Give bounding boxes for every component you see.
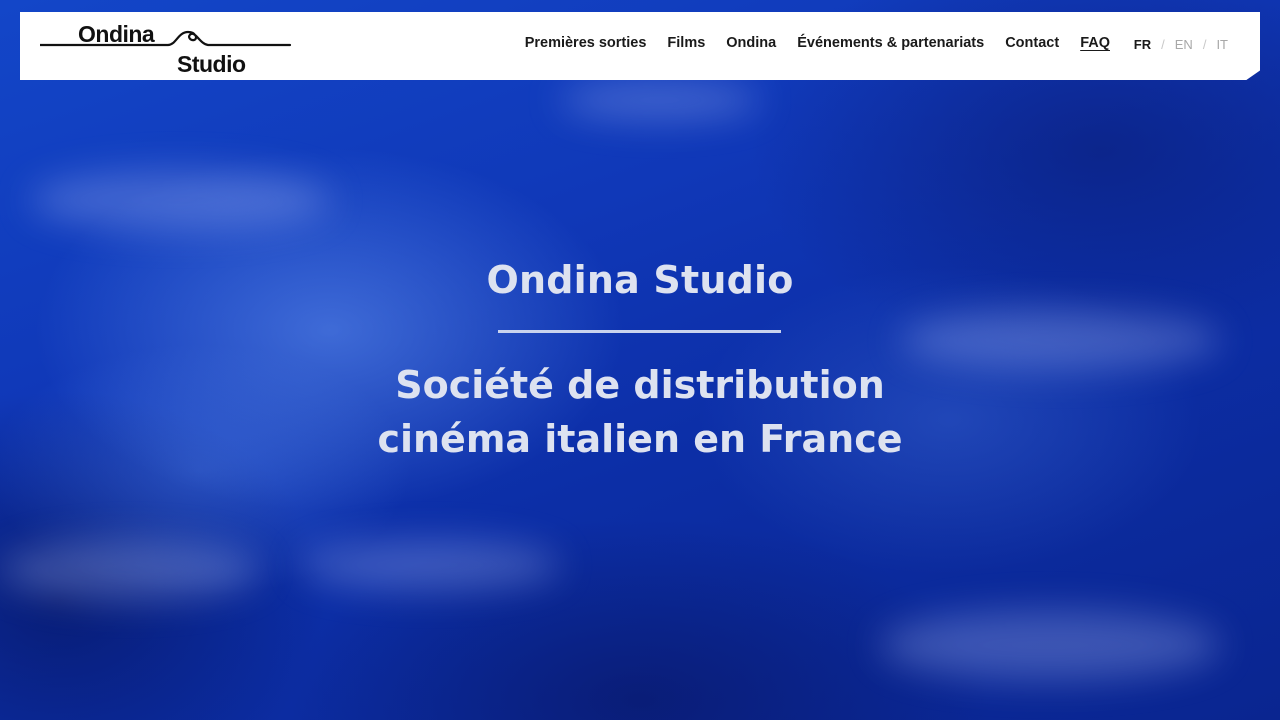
nav-faq[interactable]: FAQ — [1080, 35, 1110, 51]
hero-title: Ondina Studio — [486, 258, 794, 302]
nav-contact[interactable]: Contact — [1005, 35, 1059, 51]
mist-decoration — [880, 610, 1220, 680]
mist-decoration — [560, 80, 760, 120]
lang-fr[interactable]: FR — [1134, 37, 1151, 52]
mist-decoration — [30, 170, 330, 230]
nav-films[interactable]: Films — [667, 35, 705, 51]
mist-decoration — [300, 540, 560, 590]
lang-separator: / — [1202, 37, 1207, 52]
logo-text-ondina: Ondina — [78, 21, 155, 47]
lang-it[interactable]: IT — [1216, 37, 1228, 52]
hero-divider — [498, 330, 781, 333]
hero-subtitle: Société de distribution cinéma italien e… — [0, 358, 1280, 466]
mist-decoration — [0, 540, 260, 600]
language-switcher: FR / EN / IT — [1134, 37, 1228, 52]
site-header: Ondina Studio Premières sorties Films On… — [20, 12, 1260, 80]
lang-en[interactable]: EN — [1175, 37, 1193, 52]
nav-ondina[interactable]: Ondina — [726, 35, 776, 51]
main-nav: Premières sorties Films Ondina Événement… — [504, 35, 1110, 51]
hero-subtitle-line: cinéma italien en France — [377, 417, 903, 461]
lang-separator: / — [1161, 37, 1165, 52]
nav-evenements-partenariats[interactable]: Événements & partenariats — [797, 35, 984, 51]
logo-text-studio: Studio — [177, 51, 246, 77]
nav-premieres-sorties[interactable]: Premières sorties — [525, 35, 647, 51]
site-logo[interactable]: Ondina Studio — [40, 20, 292, 76]
hero-subtitle-line: Société de distribution — [395, 363, 885, 407]
